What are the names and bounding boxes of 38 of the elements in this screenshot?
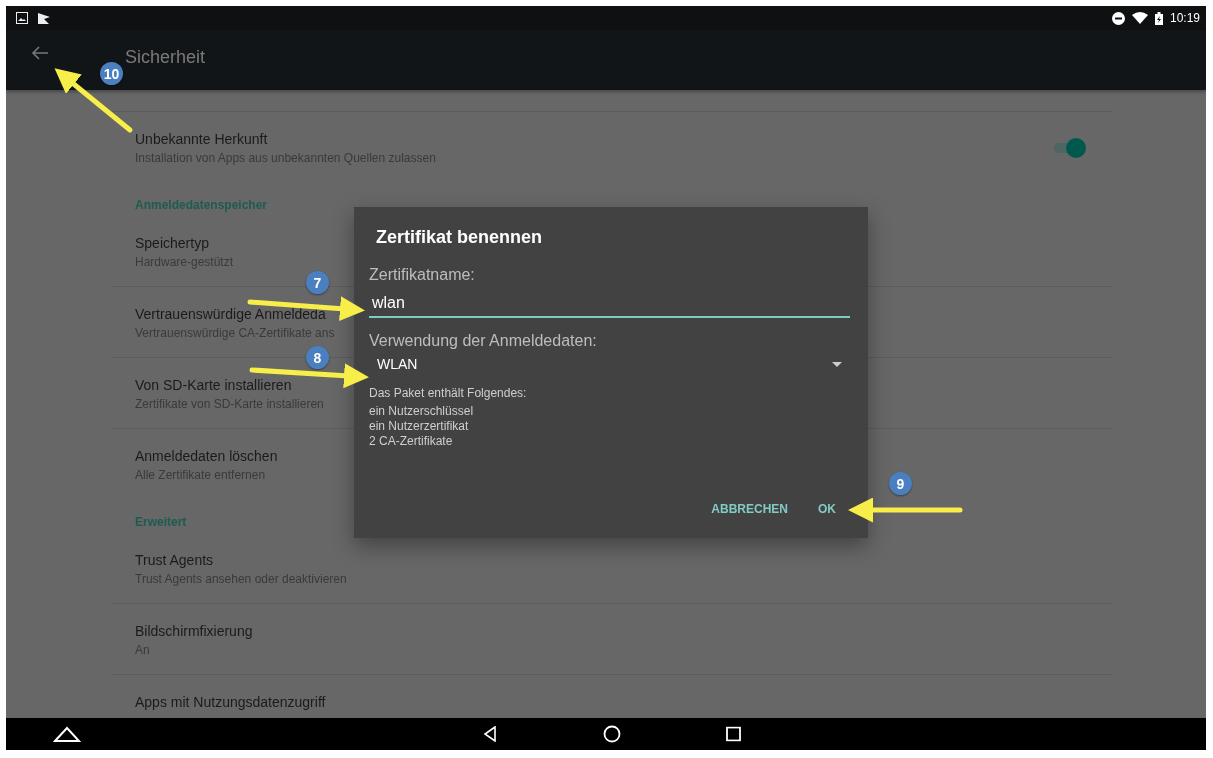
package-item: ein Nutzerzertifikat [369,419,469,434]
home-icon[interactable] [603,725,621,743]
chevron-up-icon[interactable] [53,725,81,743]
dialog-button[interactable]: ABBRECHEN [703,494,796,524]
dialog-title: Zertifikat benennen [376,227,543,248]
toggle-switch[interactable] [1052,137,1086,159]
setting-title[interactable]: Speichertyp [135,233,234,253]
dialog-button[interactable]: OK [810,494,844,524]
setting-title[interactable]: Bildschirmfixierung [135,621,253,641]
setting-title[interactable]: Apps mit Nutzungsdatenzugriff [135,692,326,712]
section-header: Erweitert [135,515,187,529]
wifi-icon [1131,12,1148,24]
toolbar-title: Sicherheit [125,46,206,68]
setting-title[interactable]: Anmeldedaten löschen [135,446,278,466]
setting-title[interactable]: Von SD-Karte installieren [135,375,324,395]
field-label: Verwendung der Anmeldedaten: [369,332,597,350]
back-arrow-icon[interactable] [31,45,49,61]
recents-icon[interactable] [726,726,741,742]
setting-title[interactable]: Unbekannte Herkunft [135,129,436,149]
dropdown[interactable]: WLAN [369,354,850,374]
setting-title[interactable]: Vertrauenswürdige Anmeldeda [135,304,335,324]
package-item: ein Nutzerschlüssel [369,404,474,419]
do-not-disturb-icon [1111,11,1125,25]
package-heading: Das Paket enthält Folgendes: [369,386,527,400]
battery-icon [1154,11,1163,25]
package-item: 2 CA-Zertifikate [369,434,453,449]
step-badge: 9 [889,472,912,495]
clock: 10:19 [1169,11,1200,25]
section-header: Anmeldedatenspeicher [135,198,268,212]
step-badge: 8 [306,346,329,369]
flag-icon [37,11,51,25]
setting-title[interactable]: Trust Agents [135,550,347,570]
image-icon [16,12,28,24]
step-badge: 7 [306,271,329,294]
field-label: Zertifikatname: [369,266,475,284]
back-icon[interactable] [483,726,497,742]
caret-icon [832,361,842,367]
input-field[interactable]: wlan [369,294,850,318]
